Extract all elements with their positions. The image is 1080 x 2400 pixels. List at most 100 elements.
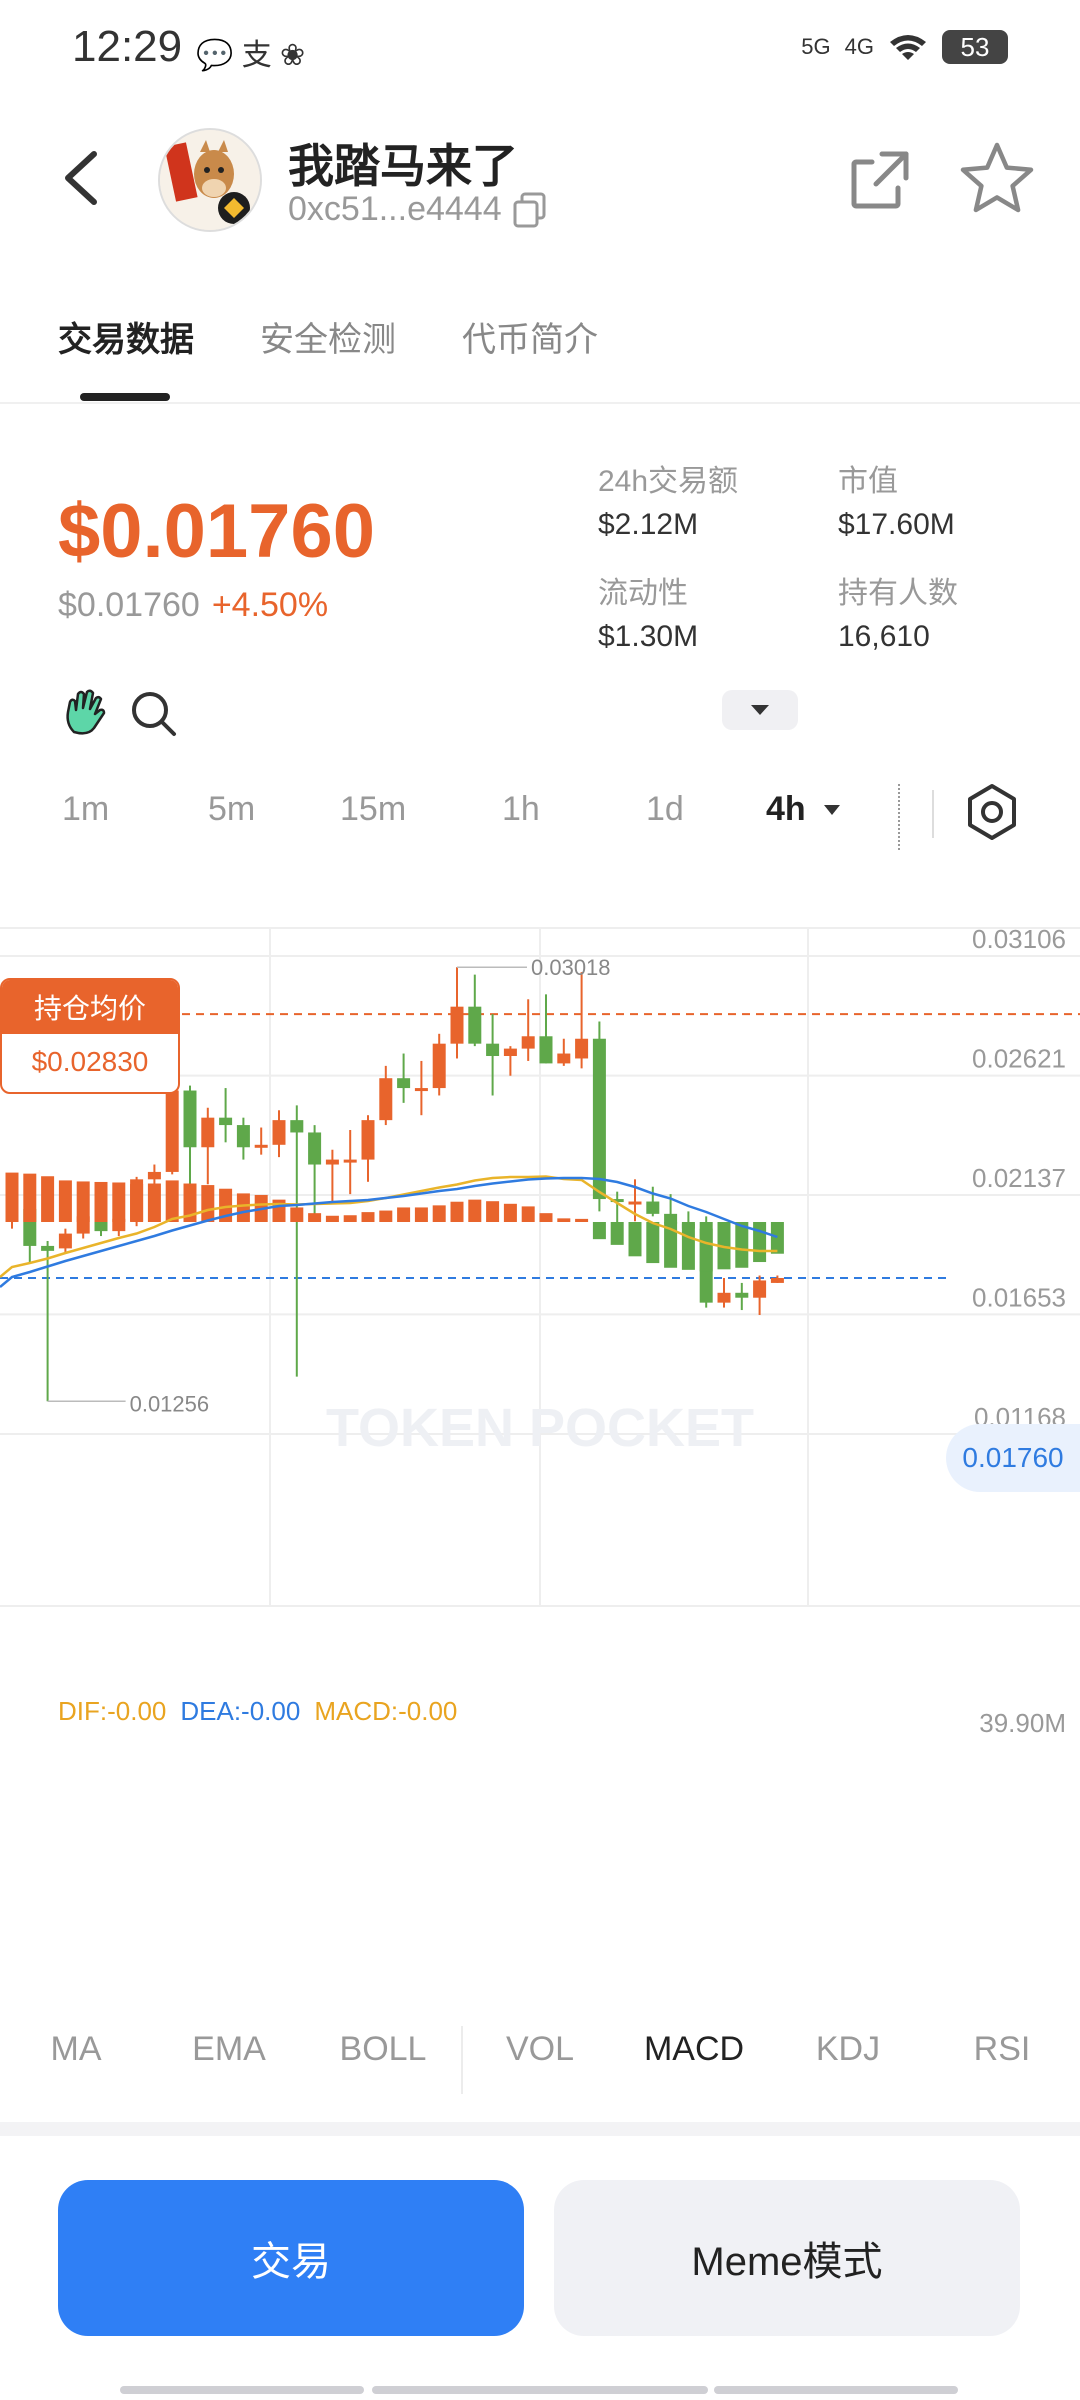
search-icon[interactable] <box>128 688 178 738</box>
interval-divider <box>932 790 934 838</box>
interval-fade-separator <box>898 784 903 850</box>
token-avatar <box>158 128 262 232</box>
tab-active-indicator <box>80 393 170 401</box>
indicator-vol[interactable]: VOL <box>506 2030 574 2069</box>
macd-bar <box>699 1222 713 1272</box>
candle-body <box>770 1277 784 1283</box>
macd-bar <box>236 1193 250 1222</box>
interval-1h[interactable]: 1h <box>502 790 540 829</box>
macd-bar <box>397 1207 411 1222</box>
candle-body <box>236 1125 250 1148</box>
current-price-badge: 0.01760 <box>946 1424 1080 1492</box>
holders-label: 持有人数 <box>838 577 958 610</box>
macd-legend-value: MACD:-0.00 <box>314 1696 458 1726</box>
wifi-icon <box>890 35 926 60</box>
macd-bar <box>503 1203 517 1222</box>
token-address[interactable]: 0xc51...e4444 <box>288 190 548 229</box>
battery-icon: 53 <box>942 30 1008 64</box>
indicator-boll[interactable]: BOLL <box>340 2030 427 2069</box>
caret-down-icon <box>751 705 769 715</box>
candle-body <box>397 1078 411 1089</box>
candle-body <box>325 1159 339 1165</box>
status-time: 12:29 <box>72 22 183 71</box>
indicator-kdj[interactable]: KDJ <box>816 2030 880 2069</box>
candle-body <box>147 1171 161 1180</box>
candle-body <box>735 1292 749 1298</box>
low-marker-label: 0.01256 <box>130 1391 210 1416</box>
interval-5m[interactable]: 5m <box>208 790 255 829</box>
avg-position-badge[interactable]: 持仓均价 $0.02830 <box>0 978 180 1094</box>
wave-hand-icon[interactable] <box>62 688 110 738</box>
candle-body <box>450 1006 464 1044</box>
macd-bar <box>486 1201 500 1222</box>
home-indicator-middle <box>372 2386 708 2394</box>
indicator-rsi[interactable]: RSI <box>974 2030 1031 2069</box>
copy-icon[interactable] <box>512 192 548 228</box>
macd-bar <box>557 1218 571 1222</box>
expand-dropdown-button[interactable] <box>722 690 798 730</box>
macd-bar <box>147 1183 161 1222</box>
horse-logo-icon <box>160 130 260 230</box>
indicator-ema[interactable]: EMA <box>192 2030 266 2069</box>
candle-body <box>521 1036 535 1049</box>
macd-legend: DIF:-0.00 DEA:-0.00 MACD:-0.00 <box>58 1696 457 1727</box>
macd-bar <box>539 1213 553 1222</box>
share-icon[interactable] <box>848 148 912 212</box>
signal-4g-icon: 4G <box>844 34 874 59</box>
section-divider <box>0 2122 1080 2136</box>
macd-bar <box>646 1222 660 1264</box>
macd-bar <box>165 1180 179 1222</box>
candle-body <box>290 1120 304 1133</box>
liquidity-label: 流动性 <box>598 577 688 610</box>
dea-legend: DEA:-0.00 <box>180 1696 301 1726</box>
macd-bar <box>23 1173 37 1222</box>
candle-body <box>592 1038 606 1200</box>
interval-1m[interactable]: 1m <box>62 790 109 829</box>
macd-bar <box>94 1181 108 1222</box>
favorite-star-icon[interactable] <box>958 140 1036 218</box>
tab-trading-data[interactable]: 交易数据 <box>58 312 194 361</box>
candle-body <box>201 1117 215 1148</box>
y-axis-labels: 0.031060.026210.021370.016530.01168 <box>972 926 1066 1432</box>
volume-24h-label: 24h交易额 <box>598 465 739 498</box>
macd-bar <box>735 1222 749 1268</box>
indicator-macd[interactable]: MACD <box>644 2030 744 2069</box>
indicator-ma[interactable]: MA <box>51 2030 102 2069</box>
macd-right-label: 39.90M <box>979 1708 1066 1738</box>
chart-settings-icon[interactable] <box>962 782 1022 842</box>
macd-bar <box>521 1206 535 1222</box>
candle-body <box>628 1201 642 1205</box>
candle-body <box>379 1078 393 1121</box>
home-indicator-left <box>120 2386 364 2394</box>
avg-position-value: $0.02830 <box>31 1046 149 1077</box>
macd-bar <box>450 1201 464 1222</box>
notification-icons: 💬 支 ❀ <box>196 39 306 72</box>
interval-15m[interactable]: 15m <box>340 790 406 829</box>
candle-body <box>165 1090 179 1172</box>
y-tick-label: 0.02137 <box>972 1163 1066 1193</box>
candle-body <box>486 1043 500 1057</box>
candle-body <box>308 1132 322 1165</box>
trade-button[interactable]: 交易 <box>58 2180 524 2336</box>
macd-bar <box>414 1207 428 1222</box>
interval-dropdown-icon[interactable] <box>822 804 842 816</box>
token-name: 我踏马来了 <box>288 140 518 192</box>
macd-bar <box>76 1181 90 1222</box>
back-icon[interactable] <box>58 148 104 208</box>
macd-bar <box>681 1222 695 1270</box>
meme-mode-button[interactable]: Meme模式 <box>554 2180 1020 2336</box>
candle-body <box>183 1090 197 1148</box>
header-divider <box>0 402 1080 404</box>
tab-token-intro[interactable]: 代币简介 <box>462 312 598 361</box>
dif-legend: DIF:-0.00 <box>58 1696 167 1726</box>
current-price: $0.01760 <box>58 489 375 574</box>
candle-body <box>557 1053 571 1064</box>
interval-4h[interactable]: 4h <box>766 790 806 829</box>
liquidity-value: $1.30M <box>598 620 699 653</box>
indicator-separator <box>461 2026 463 2094</box>
high-marker-label: 0.03018 <box>531 955 611 980</box>
interval-1d[interactable]: 1d <box>646 790 684 829</box>
tab-security-check[interactable]: 安全检测 <box>260 312 396 361</box>
candle-body <box>58 1233 72 1249</box>
macd-histogram <box>5 1172 784 1272</box>
